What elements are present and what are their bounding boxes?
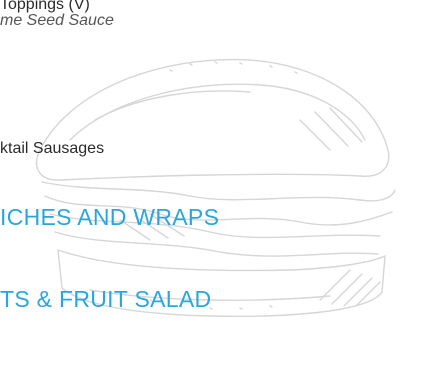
- menu-item-cocktail-sausages: ktail Sausages: [0, 140, 105, 157]
- section-heading-sandwiches-wraps: ICHES AND WRAPS: [0, 204, 220, 230]
- menu-item-sauce-description: me Seed Sauce: [0, 12, 114, 29]
- section-heading-fruit-salad: TS & FRUIT SALAD: [0, 286, 212, 312]
- menu-page: Toppings (V) me Seed Sauce ktail Sausage…: [0, 0, 424, 366]
